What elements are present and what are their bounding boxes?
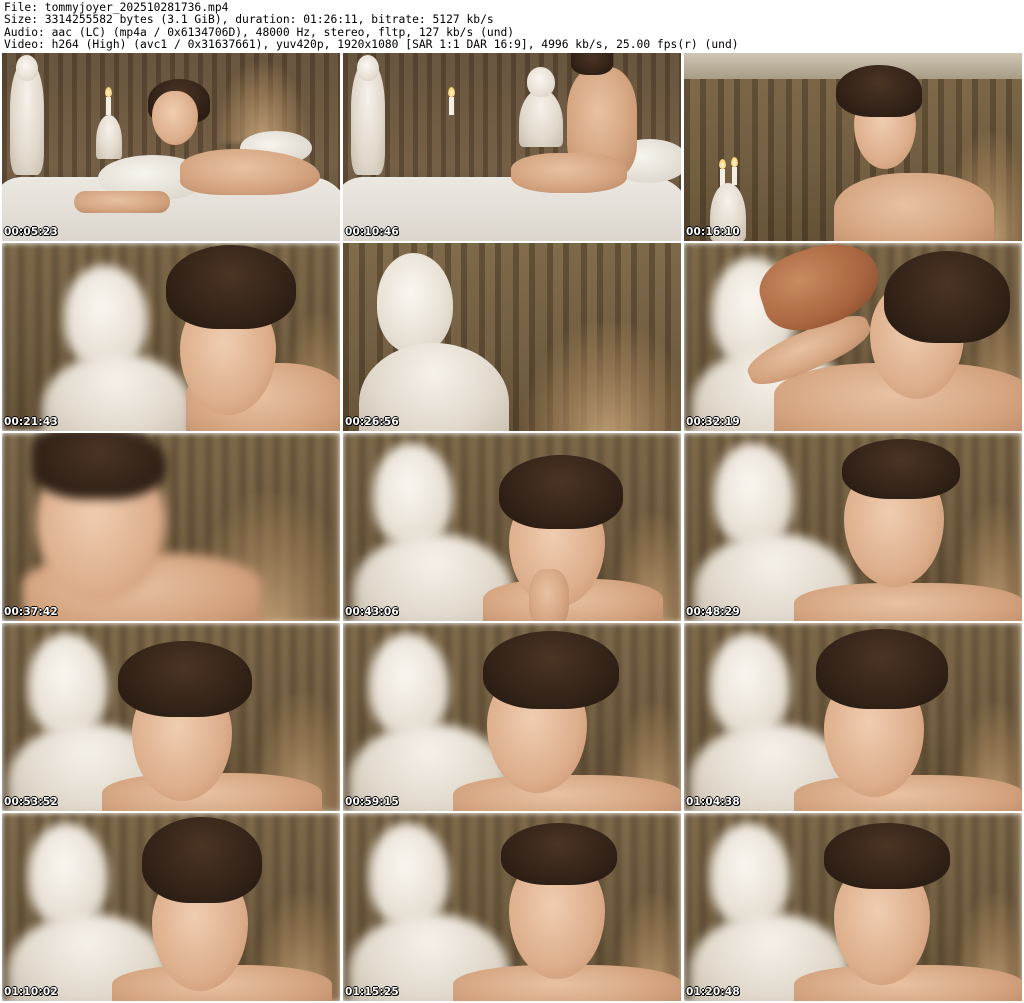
thumbnail-frame[interactable]: 01:10:02	[2, 813, 340, 1001]
timestamp-label: 00:59:15	[345, 796, 399, 808]
video-frame-image	[684, 53, 1022, 241]
audio-info-line: Audio: aac (LC) (mp4a / 0x6134706D), 480…	[4, 26, 515, 39]
video-frame-image	[684, 623, 1022, 811]
video-frame-image	[343, 433, 681, 621]
thumbnail-frame[interactable]: 00:43:06	[343, 433, 681, 621]
timestamp-label: 00:26:56	[345, 416, 399, 428]
timestamp-label: 00:10:46	[345, 226, 399, 238]
file-name-line: File: tommyjoyer_202510281736.mp4	[4, 2, 229, 14]
timestamp-label: 01:10:02	[4, 986, 58, 998]
thumbnail-frame[interactable]: 00:48:29	[684, 433, 1022, 621]
file-size-line: Size: 3314255582 bytes (3.1 GiB), durati…	[4, 14, 494, 27]
timestamp-label: 00:16:10	[686, 226, 740, 238]
file-info-header: File: tommyjoyer_202510281736.mp4 Size: …	[4, 2, 1020, 52]
thumbnail-grid: 00:05:23 00:10:46 00:16:10 00:21:43 00:2…	[2, 53, 1022, 1001]
thumbnail-frame[interactable]: 01:04:38	[684, 623, 1022, 811]
video-frame-image	[343, 53, 681, 241]
thumbnail-frame[interactable]: 00:16:10	[684, 53, 1022, 241]
video-frame-image	[2, 433, 340, 621]
thumbnail-frame[interactable]: 01:20:48	[684, 813, 1022, 1001]
timestamp-label: 00:37:42	[4, 606, 58, 618]
timestamp-label: 00:48:29	[686, 606, 740, 618]
timestamp-label: 00:05:23	[4, 226, 58, 238]
thumbnail-frame[interactable]: 00:53:52	[2, 623, 340, 811]
timestamp-label: 00:53:52	[4, 796, 58, 808]
thumbnail-frame[interactable]: 00:26:56	[343, 243, 681, 431]
video-frame-image	[343, 623, 681, 811]
timestamp-label: 01:04:38	[686, 796, 740, 808]
video-frame-image	[2, 53, 340, 241]
video-frame-image	[2, 813, 340, 1001]
video-frame-image	[684, 433, 1022, 621]
timestamp-label: 00:32:19	[686, 416, 740, 428]
thumbnail-frame[interactable]: 00:05:23	[2, 53, 340, 241]
video-frame-image	[2, 623, 340, 811]
thumbnail-frame[interactable]: 00:10:46	[343, 53, 681, 241]
video-frame-image	[343, 243, 681, 431]
timestamp-label: 01:20:48	[686, 986, 740, 998]
thumbnail-frame[interactable]: 01:15:25	[343, 813, 681, 1001]
timestamp-label: 00:21:43	[4, 416, 58, 428]
thumbnail-frame[interactable]: 00:32:19	[684, 243, 1022, 431]
timestamp-label: 00:43:06	[345, 606, 399, 618]
video-info-line: Video: h264 (High) (avc1 / 0x31637661), …	[4, 39, 739, 52]
video-frame-image	[2, 243, 340, 431]
thumbnail-frame[interactable]: 00:37:42	[2, 433, 340, 621]
video-frame-image	[684, 813, 1022, 1001]
video-frame-image	[684, 243, 1022, 431]
thumbnail-frame[interactable]: 00:21:43	[2, 243, 340, 431]
video-frame-image	[343, 813, 681, 1001]
thumbnail-frame[interactable]: 00:59:15	[343, 623, 681, 811]
timestamp-label: 01:15:25	[345, 986, 399, 998]
